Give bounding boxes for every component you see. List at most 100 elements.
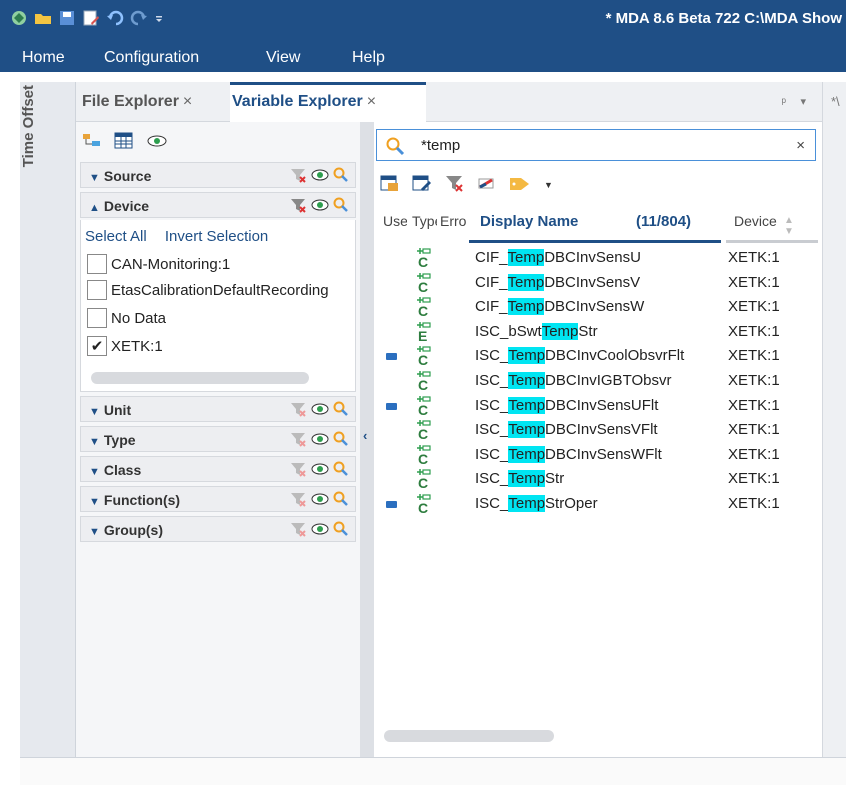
tag-icon[interactable] [508, 174, 532, 196]
tab-file-explorer[interactable]: File Explorer × [82, 93, 192, 111]
section-groups[interactable]: ▼ Group(s) [80, 516, 356, 542]
table-view-icon[interactable] [114, 132, 134, 154]
variable-row[interactable]: C ISC_TempDBCInvIGBTObsvr XETK:1 [374, 369, 820, 393]
checkbox[interactable] [87, 280, 107, 300]
window-title: * MDA 8.6 Beta 722 C:\MDA Show [605, 10, 842, 27]
eye-icon[interactable] [311, 521, 329, 541]
pin-icon[interactable]: ᵖ [781, 95, 786, 109]
section-source[interactable]: ▼ Source [80, 162, 356, 188]
eye-icon[interactable] [311, 491, 329, 511]
menu-home[interactable]: Home [22, 49, 65, 67]
menu-help[interactable]: Help [352, 49, 385, 67]
eye-icon[interactable] [311, 167, 329, 187]
panel-splitter[interactable]: ‹ [360, 122, 374, 757]
device-label: No Data [111, 309, 167, 327]
column-device[interactable]: Device [734, 213, 777, 229]
search-icon[interactable] [333, 197, 349, 217]
section-type[interactable]: ▼ Type [80, 426, 356, 452]
search-match-highlight: Temp [508, 421, 546, 439]
open-folder-icon[interactable] [34, 9, 52, 27]
device-item[interactable]: No Data [87, 308, 166, 328]
section-device[interactable]: ▲ Device [80, 192, 356, 218]
menu-view[interactable]: View [266, 49, 300, 67]
variable-row[interactable]: C ISC_TempStr XETK:1 [374, 467, 820, 491]
horizontal-scrollbar[interactable] [91, 372, 309, 384]
clear-filter-icon[interactable] [289, 521, 307, 541]
redo-icon[interactable] [130, 9, 148, 27]
section-icons [289, 401, 349, 421]
sort-icon[interactable]: ▲ ▼ [784, 215, 794, 237]
undo-icon[interactable] [106, 9, 124, 27]
app-icon[interactable] [10, 9, 28, 27]
save-as-icon[interactable] [82, 9, 100, 27]
search-icon[interactable] [333, 401, 349, 421]
customize-icon[interactable] [154, 9, 164, 27]
edit-variables-icon[interactable] [412, 174, 432, 196]
section-unit[interactable]: ▼ Unit [80, 396, 356, 422]
eye-icon[interactable] [311, 461, 329, 481]
color-icon[interactable] [476, 174, 496, 196]
clear-filter-icon[interactable] [289, 401, 307, 421]
adjacent-tab-label[interactable]: *\ [831, 94, 840, 109]
clear-filter-icon[interactable] [289, 491, 307, 511]
tab-menu-icon[interactable]: ▾ [800, 95, 806, 108]
variable-row[interactable]: C ISC_TempDBCInvSensUFlt XETK:1 [374, 394, 820, 418]
close-icon[interactable]: × [183, 93, 192, 110]
search-input[interactable]: *temp [421, 137, 460, 154]
variable-row[interactable]: C CIF_TempDBCInvSensV XETK:1 [374, 271, 820, 295]
close-icon[interactable]: × [367, 93, 376, 110]
variable-row[interactable]: C ISC_TempDBCInvCoolObsvrFlt XETK:1 [374, 344, 820, 368]
section-class[interactable]: ▼ Class [80, 456, 356, 482]
horizontal-scrollbar[interactable] [384, 730, 554, 742]
search-icon[interactable] [333, 521, 349, 541]
device-item[interactable]: ✔ XETK:1 [87, 336, 163, 356]
hierarchy-icon[interactable] [82, 132, 102, 154]
clear-search-icon[interactable]: × [796, 137, 805, 154]
device-item[interactable]: EtasCalibrationDefaultRecording [87, 280, 329, 300]
column-display-name[interactable]: Display Name [480, 213, 578, 230]
svg-text:C: C [418, 377, 428, 393]
select-all-link[interactable]: Select All [85, 228, 147, 245]
eye-icon[interactable] [311, 197, 329, 217]
variable-name: ISC_TempStr [475, 470, 565, 488]
clear-filter-icon[interactable] [289, 167, 307, 187]
time-offset-tab[interactable]: Time Offset [20, 85, 40, 167]
dropdown-arrow-icon[interactable]: ▼ [544, 180, 553, 190]
invert-selection-link[interactable]: Invert Selection [165, 228, 268, 245]
eye-icon[interactable] [311, 401, 329, 421]
side-strip [20, 82, 76, 757]
visibility-icon[interactable] [146, 132, 168, 154]
search-icon[interactable] [333, 167, 349, 187]
variable-row[interactable]: C ISC_TempDBCInvSensVFlt XETK:1 [374, 418, 820, 442]
search-icon[interactable] [333, 431, 349, 451]
section-functions[interactable]: ▼ Function(s) [80, 486, 356, 512]
variable-row[interactable]: E ISC_bSwtTempStr XETK:1 [374, 320, 820, 344]
save-icon[interactable] [58, 9, 76, 27]
clear-filter-icon[interactable] [289, 197, 307, 217]
column-use[interactable]: Use [383, 213, 407, 229]
column-type[interactable]: Type [412, 213, 437, 229]
characteristic-variable-icon: C [414, 418, 434, 442]
checkbox[interactable] [87, 308, 107, 328]
variable-row[interactable]: C CIF_TempDBCInvSensW XETK:1 [374, 295, 820, 319]
section-label: Class [103, 462, 142, 478]
clear-filter-icon[interactable] [289, 431, 307, 451]
add-variables-icon[interactable] [380, 174, 400, 196]
checkbox[interactable] [87, 254, 107, 274]
search-icon[interactable] [333, 461, 349, 481]
tab-variable-explorer[interactable]: Variable Explorer × [230, 82, 426, 122]
search-box[interactable]: *temp × [376, 129, 816, 161]
column-error[interactable]: Error [440, 213, 467, 229]
collapse-arrow-icon[interactable]: ‹ [363, 428, 367, 443]
clear-filter-icon[interactable] [444, 174, 464, 196]
clear-filter-icon[interactable] [289, 461, 307, 481]
variable-row[interactable]: C CIF_TempDBCInvSensU XETK:1 [374, 246, 820, 270]
device-item[interactable]: CAN-Monitoring:1 [87, 254, 230, 274]
menu-configuration[interactable]: Configuration [104, 49, 199, 67]
eye-icon[interactable] [311, 431, 329, 451]
variable-row[interactable]: C ISC_TempDBCInvSensWFlt XETK:1 [374, 443, 820, 467]
checkbox-checked[interactable]: ✔ [87, 336, 107, 356]
variable-row[interactable]: C ISC_TempStrOper XETK:1 [374, 492, 820, 516]
search-icon[interactable] [333, 491, 349, 511]
svg-text:C: C [418, 426, 428, 442]
